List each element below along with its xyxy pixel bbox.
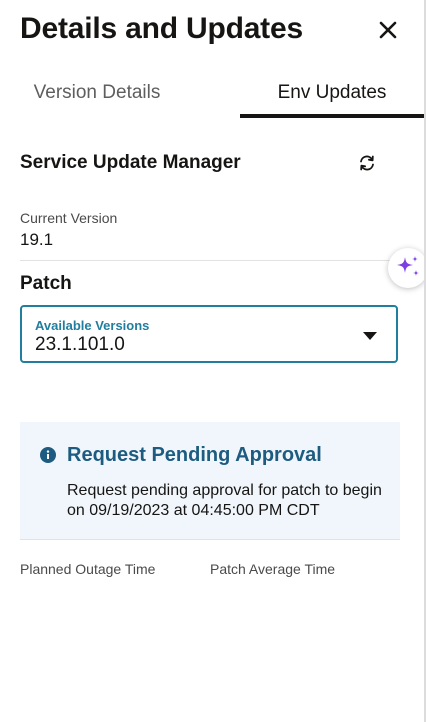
- tab-bar: Version Details Env Updates: [0, 70, 424, 118]
- available-versions-select[interactable]: Available Versions 23.1.101.0: [20, 305, 398, 363]
- tab-env-updates[interactable]: Env Updates: [240, 70, 424, 116]
- ai-assistant-button[interactable]: [388, 248, 426, 288]
- active-tab-indicator: [240, 114, 424, 118]
- select-label: Available Versions: [35, 318, 150, 333]
- section-title: Service Update Manager: [20, 152, 241, 173]
- close-icon: [379, 21, 397, 39]
- refresh-icon: [360, 155, 374, 171]
- sparkle-icon: [397, 256, 419, 276]
- select-value: 23.1.101.0: [35, 334, 125, 355]
- divider: [20, 539, 400, 540]
- patch-label: Patch: [20, 273, 72, 294]
- details-panel: Details and Updates Version Details Env …: [0, 0, 424, 722]
- divider: [20, 260, 390, 261]
- info-icon: [40, 447, 56, 463]
- current-version-label: Current Version: [20, 210, 118, 226]
- chevron-down-icon: [363, 332, 377, 340]
- planned-outage-time-label: Planned Outage Time: [20, 561, 156, 577]
- patch-average-time-label: Patch Average Time: [210, 561, 336, 577]
- panel-title: Details and Updates: [20, 12, 303, 45]
- refresh-button[interactable]: [356, 152, 378, 174]
- pending-approval-notice: Request Pending Approval Request pending…: [20, 422, 400, 539]
- current-version-value: 19.1: [20, 230, 54, 249]
- notice-message: Request pending approval for patch to be…: [67, 482, 382, 519]
- tab-version-details[interactable]: Version Details: [0, 70, 194, 116]
- notice-title: Request Pending Approval: [67, 444, 322, 466]
- close-button[interactable]: [374, 16, 402, 44]
